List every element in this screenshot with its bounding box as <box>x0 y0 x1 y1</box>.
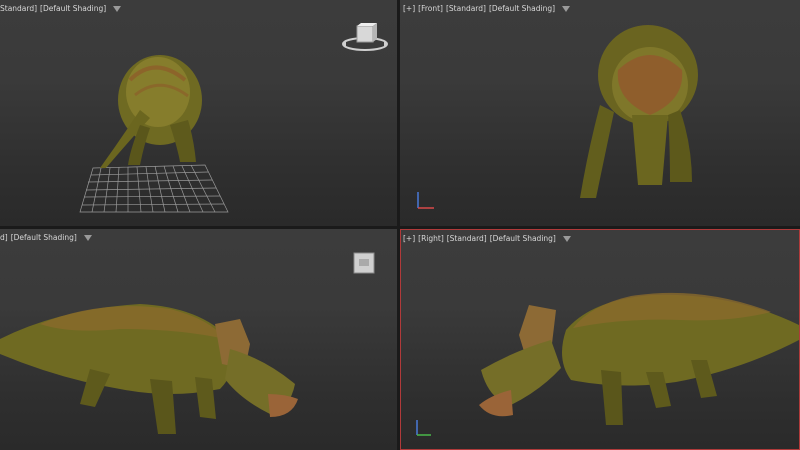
dinosaur-model <box>100 55 202 168</box>
dinosaur-model <box>479 292 799 425</box>
dinosaur-model <box>580 25 698 198</box>
dinosaur-model <box>0 304 298 434</box>
left-scene <box>0 304 298 434</box>
axis-tripod-icon <box>416 420 431 436</box>
viewport-left[interactable]: d] [Default Shading] <box>0 229 397 450</box>
quad-viewport-layout: Standard] [Default Shading] [+] [Front] … <box>0 0 800 450</box>
front-scene <box>417 25 698 209</box>
viewport-divider-horizontal[interactable] <box>0 226 800 229</box>
right-scene <box>416 292 799 436</box>
viewport-right[interactable]: [+] [Right] [Standard] [Default Shading] <box>400 229 800 450</box>
perspective-scene <box>79 55 229 213</box>
viewport-perspective[interactable]: Standard] [Default Shading] <box>0 0 397 226</box>
home-grid <box>79 164 229 213</box>
axis-tripod-icon <box>417 192 434 209</box>
viewport-divider-vertical[interactable] <box>397 0 400 450</box>
viewport-front[interactable]: [+] [Front] [Standard] [Default Shading] <box>400 0 800 226</box>
